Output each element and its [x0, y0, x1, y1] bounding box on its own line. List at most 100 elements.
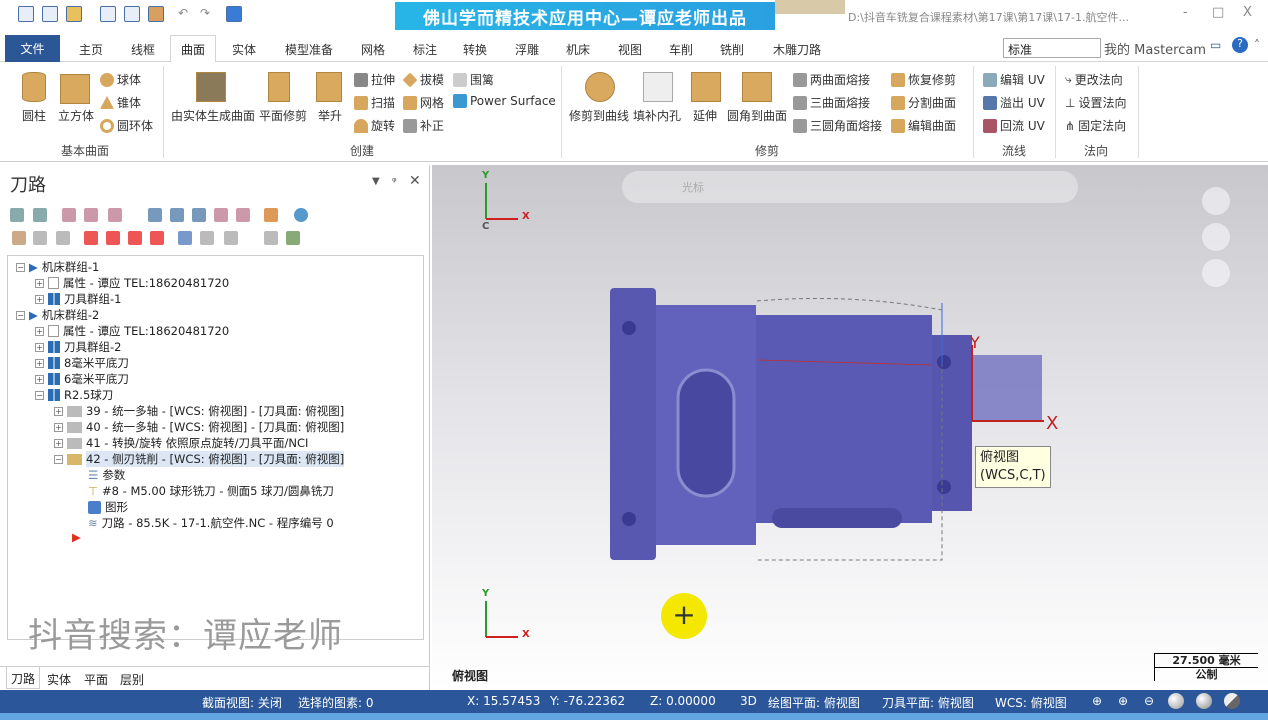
post-icon[interactable]	[192, 208, 206, 222]
highfeed-icon[interactable]	[264, 208, 278, 222]
two-surface-blend-button[interactable]: 两曲面熔接	[810, 71, 870, 88]
cube-button[interactable]: 立方体	[58, 107, 94, 124]
tab-solids[interactable]: 实体	[232, 41, 256, 58]
open-icon[interactable]	[66, 6, 82, 22]
tree-node[interactable]: +8毫米平底刀	[35, 355, 129, 371]
tree-node[interactable]: +39 - 统一多轴 - [WCS: 俯视图] - [刀具面: 俯视图]	[54, 403, 344, 419]
split-surface-button[interactable]: 分割曲面	[908, 94, 956, 111]
translucency-icon[interactable]	[1224, 693, 1240, 709]
display-toolpaths-icon[interactable]	[200, 231, 214, 245]
loft-button[interactable]: 举升	[318, 107, 342, 124]
pin-icon[interactable]: ᵠ	[392, 175, 397, 188]
maximize-button[interactable]: □	[1212, 5, 1224, 20]
sweep-button[interactable]: 扫描	[371, 94, 395, 111]
select-icon[interactable]	[226, 6, 242, 22]
scroll-icon[interactable]	[150, 231, 164, 245]
save-as-icon[interactable]	[124, 6, 140, 22]
cylinder-button[interactable]: 圆柱	[22, 107, 46, 124]
three-fillet-blend-button[interactable]: 三圆角面熔接	[810, 117, 882, 134]
simulate-icon[interactable]	[170, 208, 184, 222]
trim-to-curves-button[interactable]: 修剪到曲线	[569, 107, 629, 124]
close-button[interactable]: X	[1243, 5, 1252, 20]
insert-arrow-marker[interactable]: ▶	[72, 530, 81, 544]
undo-icon[interactable]: ↶	[178, 6, 194, 22]
fence-button[interactable]: 围篱	[470, 71, 494, 88]
torus-button[interactable]: 圆环体	[117, 117, 153, 134]
extend-button[interactable]: 延伸	[693, 107, 717, 124]
tab-wireframe[interactable]: 线框	[131, 41, 155, 58]
offset-button[interactable]: 补正	[420, 117, 444, 134]
help-panel-icon[interactable]	[294, 208, 308, 222]
untrim-button[interactable]: 恢复修剪	[908, 71, 956, 88]
display-options-icon[interactable]	[224, 231, 238, 245]
edit-surface-button[interactable]: 编辑曲面	[908, 117, 956, 134]
mode-3d-toggle[interactable]: 3D	[740, 694, 757, 708]
cplane-status[interactable]: 绘图平面: 俯视图	[768, 694, 860, 711]
tree-node-selected[interactable]: −42 - 侧刃铣削 - [WCS: 俯视图] - [刀具面: 俯视图]	[54, 451, 345, 467]
regenerate-dirty-icon[interactable]	[84, 208, 98, 222]
fillet-to-surfaces-button[interactable]: 圆角到曲面	[727, 107, 787, 124]
shaded-edges-icon[interactable]	[1196, 693, 1212, 709]
tab-milling[interactable]: 铣削	[720, 41, 744, 58]
tree-node[interactable]: + 属性 - 谭应 TEL:18620481720	[35, 275, 229, 291]
tab-toolpaths[interactable]: 刀路	[6, 667, 41, 689]
change-normal-button[interactable]: 更改法向	[1075, 71, 1123, 88]
draft-button[interactable]: 拔模	[420, 71, 444, 88]
tab-planes[interactable]: 平面	[84, 671, 108, 688]
expand-icon[interactable]	[264, 231, 278, 245]
set-normal-button[interactable]: 设置法向	[1078, 94, 1126, 111]
tab-view[interactable]: 视图	[618, 41, 642, 58]
minimize-button[interactable]: ‐	[1183, 5, 1188, 20]
tab-model-prep[interactable]: 模型准备	[285, 41, 333, 58]
overflow-uv-button[interactable]: 溢出 UV	[1000, 94, 1045, 111]
regenerate-icon[interactable]	[62, 208, 76, 222]
tree-node[interactable]: ☰ 参数	[88, 467, 125, 483]
extrude-button[interactable]: 拉伸	[371, 71, 395, 88]
tab-surfaces[interactable]: 曲面	[170, 35, 216, 63]
fix-normal-button[interactable]: 固定法向	[1078, 117, 1126, 134]
redo-icon[interactable]: ↷	[200, 6, 216, 22]
insert-arrow-icon[interactable]	[128, 231, 142, 245]
save-icon[interactable]	[42, 6, 58, 22]
insert-icon[interactable]	[236, 208, 250, 222]
tab-transform[interactable]: 转换	[463, 41, 487, 58]
revolve-button[interactable]: 旋转	[371, 117, 395, 134]
select-all-icon[interactable]	[10, 208, 24, 222]
tree-node[interactable]: + 刀具群组-1	[35, 291, 121, 307]
help-icon[interactable]: ?	[1232, 37, 1248, 53]
tab-dimension[interactable]: 标注	[413, 41, 437, 58]
select-failed-icon[interactable]	[33, 208, 47, 222]
shaded-icon[interactable]	[1168, 693, 1184, 709]
power-surface-button[interactable]: Power Surface	[470, 94, 556, 108]
toggle-post-icon[interactable]	[56, 231, 70, 245]
move-up-icon[interactable]	[106, 231, 120, 245]
backplot-icon[interactable]	[108, 208, 122, 222]
wcs-status[interactable]: WCS: 俯视图	[995, 694, 1067, 711]
cone-button[interactable]: 锥体	[117, 94, 141, 111]
tab-machine[interactable]: 机床	[566, 41, 590, 58]
gnomon-icon[interactable]: ⊖	[1144, 694, 1154, 708]
collapse-ribbon-icon[interactable]: ˄	[1254, 38, 1260, 52]
print-icon[interactable]	[100, 6, 116, 22]
tab-wood-toolpaths[interactable]: 木雕刀路	[773, 41, 821, 58]
toggle-display-icon[interactable]	[33, 231, 47, 245]
properties-tool-icon[interactable]	[286, 231, 300, 245]
tree-node[interactable]: + 属性 - 谭应 TEL:18620481720	[35, 323, 229, 339]
new-file-icon[interactable]	[18, 6, 34, 22]
flat-boundary-button[interactable]: 平面修剪	[259, 107, 307, 124]
tree-node[interactable]: − ▶ 机床群组-1	[16, 259, 99, 275]
globe-view-icon[interactable]: ⊕	[1092, 694, 1102, 708]
tree-node[interactable]: 图形	[88, 499, 128, 515]
properties-icon[interactable]	[148, 6, 164, 22]
move-down-icon[interactable]	[84, 231, 98, 245]
tree-node[interactable]: ⊤ #8 - M5.00 球形铣刀 - 侧面5 球刀/圆鼻铣刀	[88, 483, 334, 499]
my-mastercam-link[interactable]: 我的 Mastercam	[1104, 39, 1206, 58]
net-button[interactable]: 网格	[420, 94, 444, 111]
tab-file[interactable]: 文件	[5, 35, 60, 62]
right-view-toolbar[interactable]	[1202, 187, 1232, 647]
fill-holes-button[interactable]: 填补内孔	[633, 107, 681, 124]
tab-turning[interactable]: 车削	[669, 41, 693, 58]
lock-icon[interactable]	[12, 231, 26, 245]
tab-relief[interactable]: 浮雕	[515, 41, 539, 58]
flow-uv-button[interactable]: 回流 UV	[1000, 117, 1045, 134]
